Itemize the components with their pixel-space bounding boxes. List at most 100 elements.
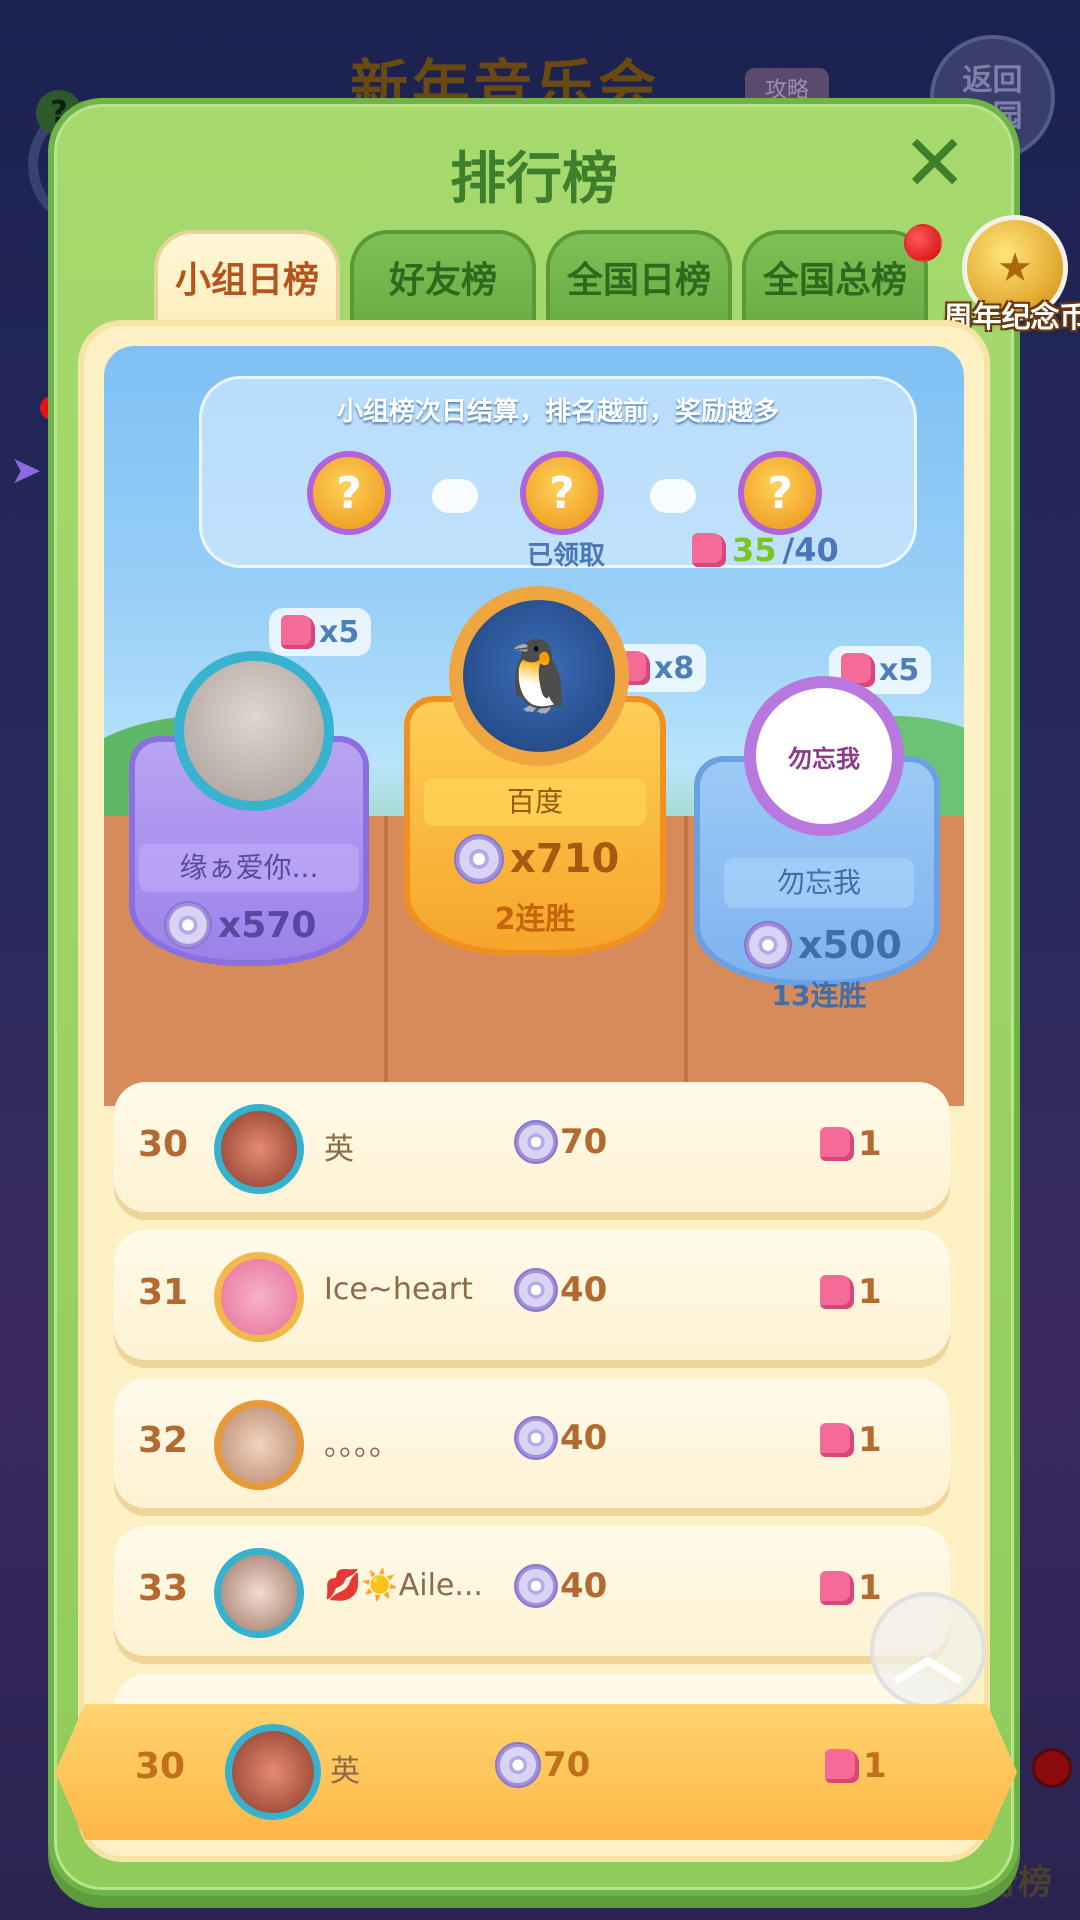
row-pieces: 1 (820, 1420, 882, 1460)
second-pieces-bubble: x5 (269, 608, 372, 656)
second-place-avatar[interactable] (174, 651, 334, 811)
row-name: Ice~heart (324, 1272, 473, 1307)
third-score-value: x500 (798, 923, 902, 967)
third-place-score: x500 (744, 921, 902, 969)
side-arrow-icon[interactable]: ➤ (10, 448, 42, 492)
third-place-name: 勿忘我 (724, 858, 914, 908)
row-score-value: 40 (560, 1270, 608, 1310)
first-place-avatar[interactable]: 🐧 (449, 586, 629, 766)
avatar[interactable] (214, 1400, 304, 1490)
puzzle-piece-icon (825, 1749, 859, 1783)
second-place-name: 缘ぁ爱你... (139, 844, 359, 892)
puzzle-piece-icon (281, 615, 315, 649)
podium-area: 小组榜次日结算，排名越前，奖励越多 ? ? ? 已领取 35 /40 x5 x8… (104, 346, 964, 1106)
leaderboard-content: 小组榜次日结算，排名越前，奖励越多 ? ? ? 已领取 35 /40 x5 x8… (78, 320, 990, 1862)
tab-national-daily[interactable]: 全国日榜 (546, 230, 732, 330)
row-score: 70 (514, 1120, 607, 1164)
second-score-value: x570 (218, 904, 317, 946)
second-place-score: x570 (164, 901, 316, 949)
tab-national-total[interactable]: 全国总榜 (742, 230, 928, 330)
third-place-streak: 13连胜 (771, 979, 867, 1012)
ground-divider (384, 816, 388, 1106)
my-pieces: 1 (825, 1746, 887, 1786)
arrow-right-icon (650, 479, 696, 513)
row-score-value: 70 (560, 1122, 608, 1162)
first-place-score: x710 (454, 834, 619, 884)
row-score-value: 40 (560, 1566, 608, 1606)
first-place-streak: 2连胜 (494, 902, 576, 937)
avatar[interactable] (225, 1724, 321, 1820)
disc-icon (514, 1120, 558, 1164)
disc-icon (744, 921, 792, 969)
row-pieces: 1 (820, 1124, 882, 1164)
row-pieces: 1 (820, 1272, 882, 1312)
ranking-row[interactable]: 31 Ice~heart 40 1 (114, 1230, 950, 1360)
disc-icon (454, 834, 504, 884)
reward-info-text: 小组榜次日结算，排名越前，奖励越多 (336, 397, 779, 427)
first-pieces: x8 (654, 650, 695, 686)
my-name: 英 (330, 1754, 360, 1789)
row-rank: 32 (138, 1420, 189, 1461)
my-score: 70 (495, 1742, 590, 1788)
ranking-row[interactable]: 32 。。。。 40 1 (114, 1378, 950, 1508)
disc-icon (514, 1268, 558, 1312)
tab-friends[interactable]: 好友榜 (350, 230, 536, 330)
reward-info-box: 小组榜次日结算，排名越前，奖励越多 ? ? ? 已领取 35 /40 (199, 376, 917, 571)
my-ranking-row[interactable]: 30 英 70 1 (55, 1704, 1017, 1840)
row-pieces-value: 1 (858, 1124, 882, 1164)
close-icon[interactable]: ✕ (902, 125, 967, 203)
panel-title: 排行榜 (450, 147, 618, 212)
claimed-label: 已领取 (527, 541, 606, 571)
ranking-row[interactable]: 30 英 70 1 (114, 1082, 950, 1212)
my-score-value: 70 (543, 1745, 591, 1785)
puzzle-piece-icon (820, 1275, 854, 1309)
disc-icon (164, 901, 212, 949)
disc-icon (495, 1742, 541, 1788)
first-score-value: x710 (510, 836, 620, 882)
puzzle-piece-icon (820, 1571, 854, 1605)
anniversary-coin-button[interactable]: ★ 周年纪念币 (943, 210, 1080, 340)
avatar[interactable] (214, 1104, 304, 1194)
row-score: 40 (514, 1268, 607, 1312)
row-pieces-value: 1 (858, 1420, 882, 1460)
reward-chest-icon[interactable]: ? (738, 451, 822, 535)
row-score: 40 (514, 1416, 607, 1460)
row-rank: 30 (138, 1124, 189, 1165)
row-rank: 33 (138, 1568, 189, 1609)
puzzle-piece-icon (820, 1127, 854, 1161)
scroll-to-top-button[interactable]: ︿ (870, 1592, 986, 1708)
progress-current: 35 (732, 531, 777, 569)
third-place-avatar[interactable]: 勿忘我 (744, 676, 904, 836)
row-name: 。。。。 (324, 1428, 399, 1463)
my-rank: 30 (135, 1746, 186, 1787)
reward-chest-icon[interactable]: ? (307, 451, 391, 535)
reward-chest-icon[interactable]: ? (520, 451, 604, 535)
notification-dot (1032, 1748, 1072, 1788)
second-pieces: x5 (319, 614, 360, 650)
tab-group-daily[interactable]: 小组日榜 (154, 230, 340, 330)
row-rank: 31 (138, 1272, 189, 1313)
ground-divider (684, 816, 688, 1106)
puzzle-piece-icon (820, 1423, 854, 1457)
progress-total: /40 (782, 531, 839, 569)
row-name: 💋☀️Aile... (324, 1568, 483, 1603)
row-name: 英 (324, 1132, 354, 1167)
first-place-name: 百度 (424, 778, 646, 826)
avatar[interactable] (214, 1252, 304, 1342)
row-pieces: 1 (820, 1568, 882, 1608)
arrow-right-icon (432, 479, 478, 513)
disc-icon (514, 1416, 558, 1460)
notification-dot (904, 224, 942, 262)
disc-icon (514, 1564, 558, 1608)
tab-bar: 小组日榜 好友榜 全国日榜 全国总榜 (154, 230, 928, 330)
third-pieces: x5 (879, 652, 920, 688)
row-pieces-value: 1 (858, 1568, 882, 1608)
my-pieces-value: 1 (863, 1746, 887, 1786)
row-pieces-value: 1 (858, 1272, 882, 1312)
row-score-value: 40 (560, 1418, 608, 1458)
piece-progress: 35 /40 (692, 531, 839, 569)
row-score: 40 (514, 1564, 607, 1608)
puzzle-piece-icon (692, 533, 726, 567)
ranking-row[interactable]: 33 💋☀️Aile... 40 1 (114, 1526, 950, 1656)
avatar[interactable] (214, 1548, 304, 1638)
